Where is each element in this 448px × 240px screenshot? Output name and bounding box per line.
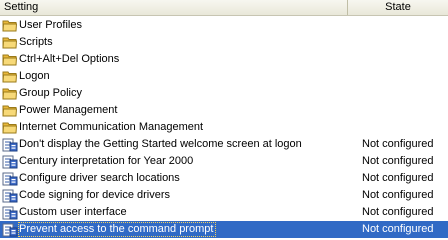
folder-icon (2, 18, 18, 33)
list-item[interactable]: Internet Communication Management (0, 119, 448, 136)
list-item-label: Century interpretation for Year 2000 (19, 155, 194, 167)
folder-icon (2, 86, 18, 101)
list-item[interactable]: Code signing for device drivers Not confi… (0, 187, 448, 204)
policy-setting-icon (2, 171, 18, 186)
folder-icon (2, 35, 18, 50)
policy-setting-icon (2, 222, 18, 237)
list-item-label: Internet Communication Management (19, 121, 204, 133)
list-item[interactable]: User Profiles (0, 17, 448, 34)
list-item-label: Power Management (19, 104, 118, 116)
list-item[interactable]: Custom user interface Not configured (0, 204, 448, 221)
list-item[interactable]: Logon (0, 68, 448, 85)
column-header-bar: Setting State (0, 0, 448, 16)
list-item[interactable]: Power Management (0, 102, 448, 119)
list-item-label: User Profiles (19, 19, 82, 31)
list-item-state: Not configured (362, 172, 434, 184)
list-item-state: Not configured (362, 189, 434, 201)
list-item-label: Group Policy (19, 87, 82, 99)
list-item-label: Custom user interface (19, 206, 127, 218)
list-item[interactable]: Configure driver search locations Not con… (0, 170, 448, 187)
list-item-label: Scripts (19, 36, 53, 48)
list-item-state: Not configured (362, 155, 434, 167)
policy-setting-icon (2, 205, 18, 220)
column-header-state[interactable]: State (348, 0, 448, 15)
list-item-label: Configure driver search locations (19, 172, 180, 184)
list-item[interactable]: Ctrl+Alt+Del Options (0, 51, 448, 68)
folder-icon (2, 120, 18, 135)
list-item[interactable]: Scripts (0, 34, 448, 51)
list-item[interactable]: Group Policy (0, 85, 448, 102)
policy-setting-icon (2, 137, 18, 152)
list-item-state: Not configured (362, 206, 434, 218)
list-item-label: Don't display the Getting Started welcom… (19, 138, 302, 150)
list-item[interactable]: Prevent access to the command prompt Not … (0, 221, 448, 238)
list-item-state: Not configured (362, 138, 434, 150)
list-item-label: Code signing for device drivers (19, 189, 171, 201)
folder-icon (2, 52, 18, 67)
list-item[interactable]: Don't display the Getting Started welcom… (0, 136, 448, 153)
policy-setting-icon (2, 188, 18, 203)
list-item-label: Ctrl+Alt+Del Options (19, 53, 120, 65)
list-item[interactable]: Century interpretation for Year 2000 Not … (0, 153, 448, 170)
list-item-label: Prevent access to the command prompt (17, 222, 217, 237)
column-header-setting[interactable]: Setting (0, 0, 348, 15)
settings-list: User Profiles Scripts Ctrl+Alt+Del Optio… (0, 17, 448, 238)
folder-icon (2, 69, 18, 84)
list-item-state: Not configured (362, 223, 434, 235)
folder-icon (2, 103, 18, 118)
list-item-label: Logon (19, 70, 50, 82)
policy-setting-icon (2, 154, 18, 169)
